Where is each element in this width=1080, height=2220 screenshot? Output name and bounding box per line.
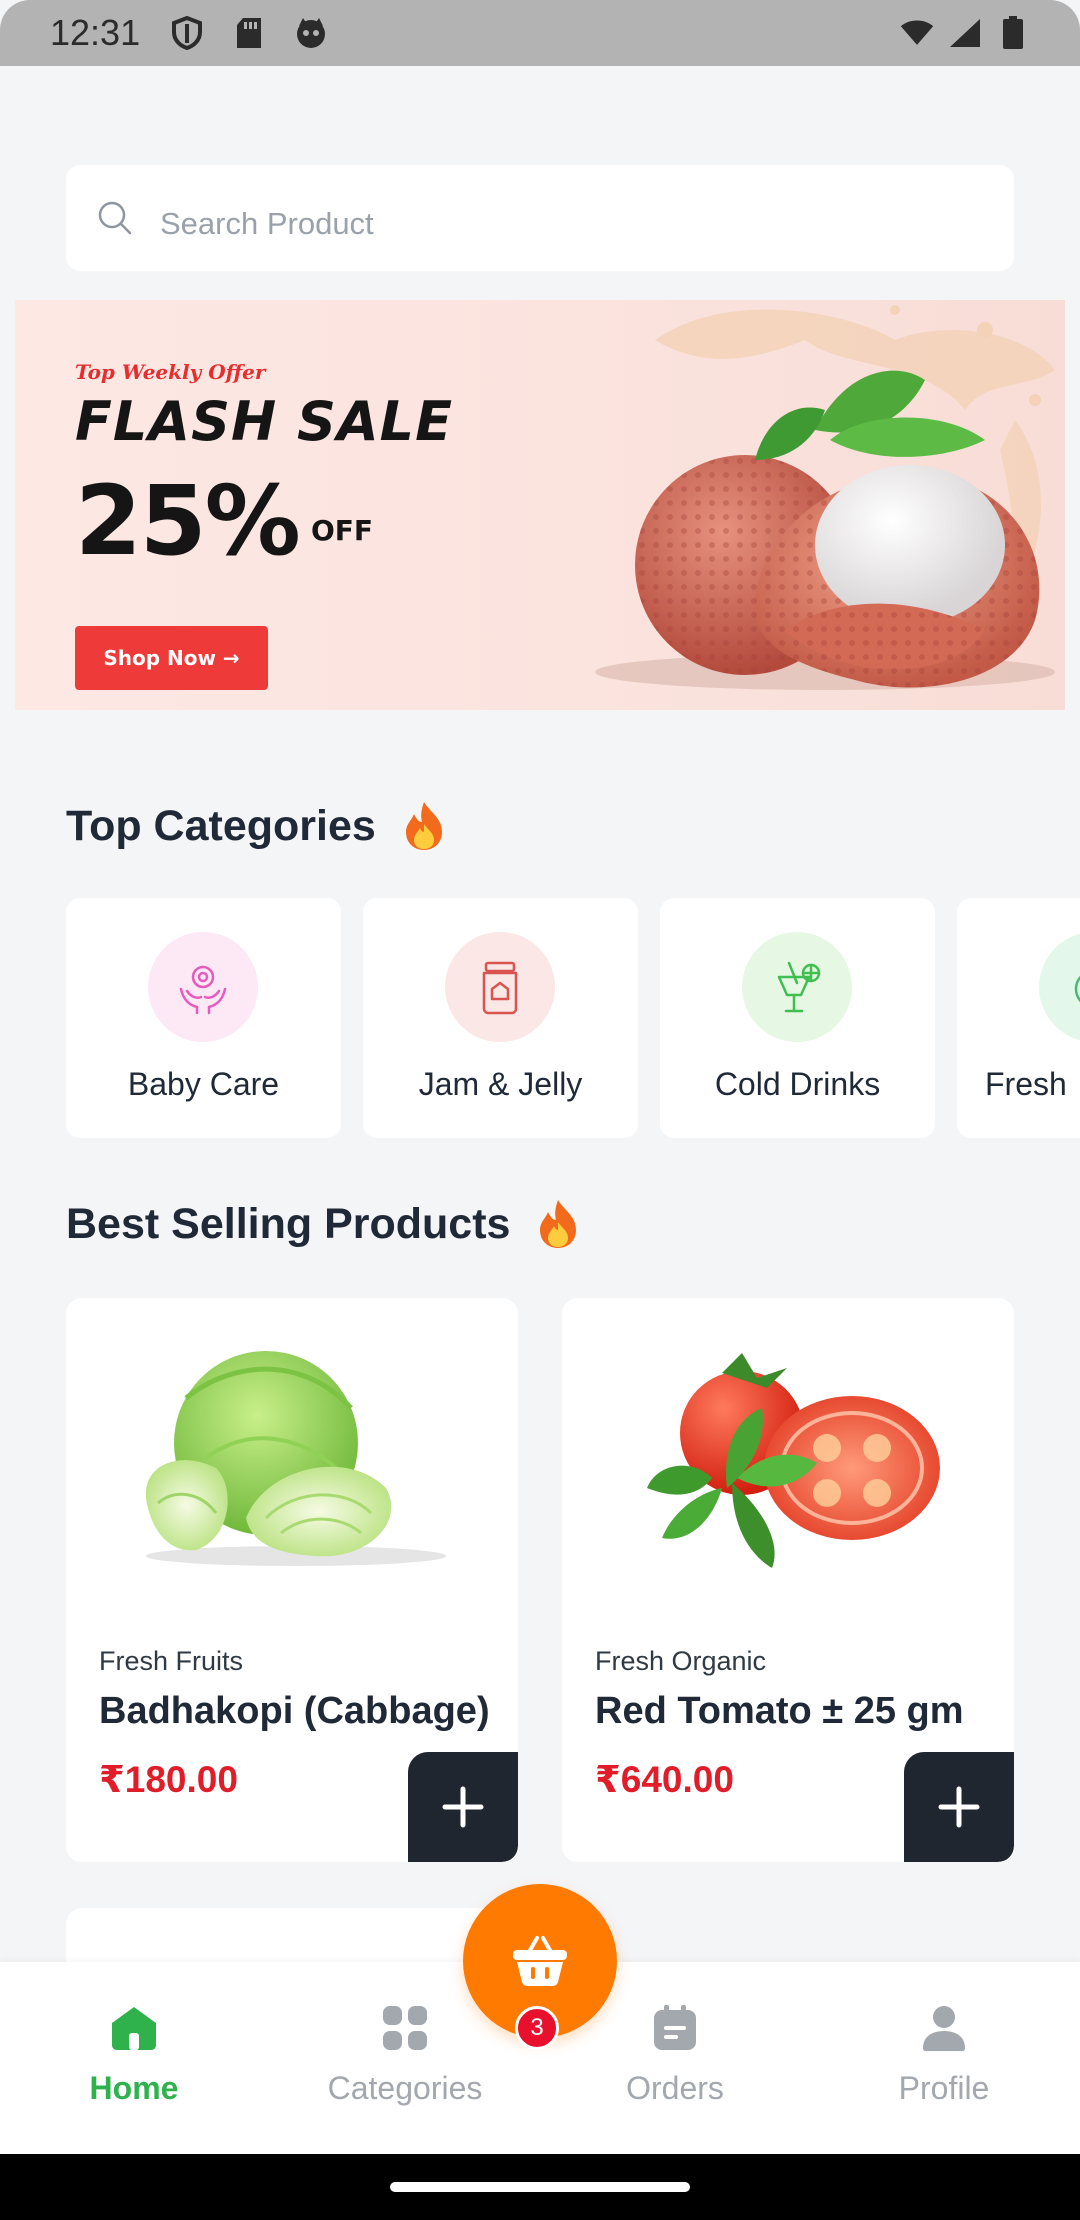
- top-categories-title: Top Categories: [66, 800, 446, 852]
- status-bar: 12:31: [0, 0, 1080, 66]
- plus-icon: [442, 1786, 484, 1828]
- nav-label: Categories: [327, 2070, 483, 2106]
- add-to-cart-button[interactable]: [408, 1752, 518, 1862]
- product-name: Red Tomato ± 25 gm: [595, 1690, 964, 1732]
- tomato-image: [647, 1353, 940, 1568]
- product-category: Fresh Organic: [595, 1646, 767, 1676]
- home-gesture-handle[interactable]: [390, 2182, 690, 2192]
- banner-title: FLASH SALE: [75, 390, 453, 453]
- category-card-fresh[interactable]: Fresh: [957, 898, 1080, 1138]
- top-categories-label: Top Categories: [66, 801, 376, 850]
- category-label: Jam & Jelly: [418, 1066, 583, 1102]
- banner-kicker: Top Weekly Offer: [75, 360, 266, 384]
- banner-off-label: OFF: [311, 514, 374, 547]
- cocktail-icon: [742, 932, 852, 1042]
- status-icons-right: [900, 16, 1030, 50]
- product-name: Badhakopi (Cabbage): [99, 1690, 490, 1732]
- lychee-illustration: [595, 305, 1055, 690]
- best-selling-title: Best Selling Products: [66, 1198, 580, 1250]
- battery-icon: [996, 16, 1030, 50]
- search-icon: [96, 199, 160, 237]
- product-price: ₹180.00: [99, 1759, 238, 1800]
- nav-label: Orders: [626, 2070, 724, 2106]
- shield-icon: [170, 16, 204, 50]
- cart-count-badge: 3: [515, 2006, 559, 2050]
- add-to-cart-button[interactable]: [904, 1752, 1014, 1862]
- fruit-icon: [1039, 932, 1080, 1042]
- fire-icon: [540, 1200, 577, 1248]
- cat-face-icon: [294, 16, 328, 50]
- baby-hands-icon: [148, 932, 258, 1042]
- sd-card-icon: [232, 16, 266, 50]
- category-card-jam-jelly[interactable]: Jam & Jelly: [363, 898, 638, 1138]
- nav-profile[interactable]: Profile: [834, 2000, 1054, 2107]
- banner-percent: 25%: [75, 465, 301, 577]
- shop-now-button[interactable]: Shop Now →: [75, 626, 268, 690]
- nav-home[interactable]: Home: [24, 2000, 244, 2107]
- signal-icon: [948, 16, 982, 50]
- home-icon: [24, 2000, 244, 2056]
- best-selling-label: Best Selling Products: [66, 1199, 511, 1248]
- product-card-tomato[interactable]: Fresh Organic Red Tomato ± 25 gm ₹640.00: [562, 1298, 1014, 1862]
- nav-label: Home: [89, 2070, 179, 2106]
- search-bar[interactable]: [66, 165, 1014, 271]
- categories-carousel[interactable]: Baby Care Jam & Jelly Cold Drinks Fresh: [66, 898, 1080, 1138]
- jam-jar-icon: [445, 932, 555, 1042]
- nav-orders[interactable]: Orders: [565, 2000, 785, 2107]
- cabbage-image: [145, 1351, 446, 1566]
- plus-icon: [938, 1786, 980, 1828]
- category-label: Baby Care: [127, 1066, 280, 1102]
- category-card-cold-drinks[interactable]: Cold Drinks: [660, 898, 935, 1138]
- nav-label: Profile: [898, 2070, 990, 2106]
- user-icon: [834, 2000, 1054, 2056]
- status-icons-left: [170, 16, 328, 50]
- category-label: Cold Drinks: [714, 1066, 881, 1102]
- product-card-cabbage[interactable]: Fresh Fruits Badhakopi (Cabbage) ₹180.00: [66, 1298, 518, 1862]
- category-label: Fresh: [985, 1066, 1067, 1102]
- category-card-baby-care[interactable]: Baby Care: [66, 898, 341, 1138]
- flash-sale-banner[interactable]: Top Weekly Offer FLASH SALE 25% OFF Shop…: [15, 300, 1065, 710]
- fire-icon: [405, 802, 442, 850]
- status-time: 12:31: [50, 12, 141, 53]
- search-input[interactable]: [160, 188, 980, 248]
- wifi-icon: [900, 16, 934, 50]
- product-price: ₹640.00: [595, 1759, 734, 1800]
- product-category: Fresh Fruits: [99, 1646, 244, 1676]
- basket-icon: [513, 1936, 567, 1986]
- nav-categories[interactable]: Categories: [295, 2000, 515, 2107]
